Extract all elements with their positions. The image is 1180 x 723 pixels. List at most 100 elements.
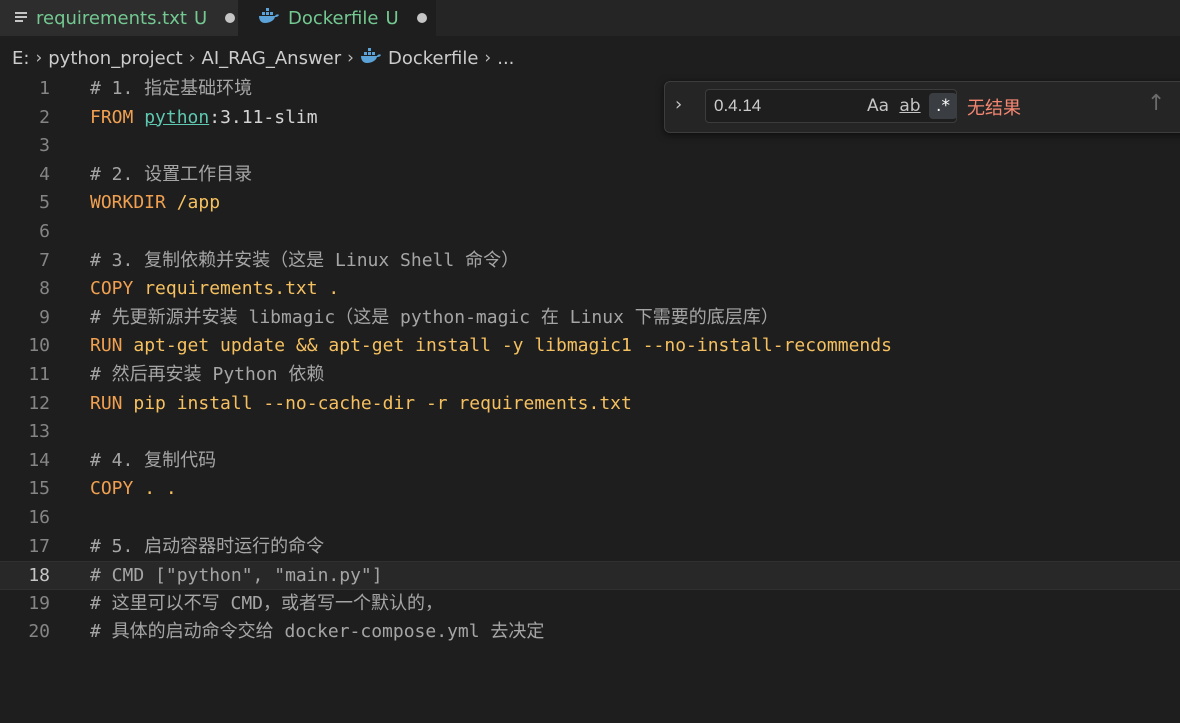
whole-word-toggle[interactable]: ab [897,93,923,119]
code-text: # 1. 指定基础环境 [90,75,252,104]
arrow-up-icon[interactable]: ↑ [1147,91,1165,116]
keyword: WORKDIR [90,192,166,214]
code-text: COPY requirements.txt . [90,275,339,304]
code-text: # 5. 启动容器时运行的命令 [90,533,324,562]
line-number: 20 [28,621,50,643]
code-text: RUN apt-get update && apt-get install -y… [90,332,892,361]
line-number: 15 [28,478,50,500]
code-text: RUN pip install --no-cache-dir -r requir… [90,390,632,419]
line-number: 14 [28,449,50,471]
code-line[interactable]: 19 # 这里可以不写 CMD，或者写一个默认的， [0,590,1180,619]
code-text: # CMD ["python", "main.py"] [90,562,383,591]
find-result-status: 无结果 [967,98,1021,119]
line-number: 6 [39,221,50,242]
breadcrumb-item-project[interactable]: python_project [48,48,182,69]
code-line[interactable]: 9 # 先更新源并安装 libmagic（这是 python-magic 在 Li… [0,304,1180,333]
code-line[interactable]: 20 # 具体的启动命令交给 docker-compose.yml 去决定 [0,618,1180,647]
code-line[interactable]: 7 # 3. 复制依赖并安装（这是 Linux Shell 命令） [0,247,1180,276]
git-status-badge: U [385,7,399,29]
keyword: FROM [90,106,134,128]
code-text: FROM python:3.11-slim [90,104,318,133]
chevron-right-icon[interactable]: › [675,94,682,115]
comment: # 然后再安装 Python 依赖 [90,364,325,385]
line-number: 9 [39,306,50,328]
code-line[interactable]: 10 RUN apt-get update && apt-get install … [0,332,1180,361]
line-number: 13 [28,421,50,443]
code-text: # 3. 复制依赖并安装（这是 Linux Shell 命令） [90,247,519,276]
code-line[interactable]: 15 COPY . . [0,475,1180,504]
code-text: # 先更新源并安装 libmagic（这是 python-magic 在 Lin… [90,304,779,333]
comment: # 4. 复制代码 [90,449,217,471]
tab-label: requirements.txt [36,7,187,29]
code-line[interactable]: 17 # 5. 启动容器时运行的命令 [0,533,1180,562]
code-text: # 然后再安装 Python 依赖 [90,361,324,390]
line-number: 7 [39,249,50,271]
line-number: 11 [28,364,50,385]
code-text: # 具体的启动命令交给 docker-compose.yml 去决定 [90,618,544,647]
code-line[interactable]: 18 # CMD ["python", "main.py"] [0,561,1180,590]
line-number: 2 [39,106,50,128]
instruction-args: . . [144,478,177,500]
line-number: 4 [39,163,50,185]
comment: # 具体的启动命令交给 docker-compose.yml 去决定 [90,621,545,643]
comment: # 2. 设置工作目录 [90,163,253,185]
instruction-args: pip install --no-cache-dir -r requiremen… [133,392,632,414]
code-line[interactable]: 4 # 2. 设置工作目录 [0,161,1180,190]
chevron-right-icon: › [35,48,43,68]
code-line[interactable]: 13 [0,418,1180,447]
instruction-args: requirements.txt . [144,278,340,300]
code-text: # 这里可以不写 CMD，或者写一个默认的， [90,590,443,619]
keyword: RUN [90,335,123,357]
code-line[interactable]: 11 # 然后再安装 Python 依赖 [0,361,1180,390]
breadcrumb-item-folder[interactable]: AI_RAG_Answer [202,48,342,69]
comment: # CMD ["python", "main.py"] [90,565,383,587]
regex-toggle[interactable]: .* [929,93,957,119]
breadcrumb-item-symbols[interactable]: ... [497,48,514,69]
breadcrumb-item-drive[interactable]: E: [12,48,29,69]
line-number: 19 [28,592,50,614]
line-number: 10 [28,335,50,357]
tab-bar: requirements.txt U Dockerfile U [0,0,1180,36]
tab-requirements[interactable]: requirements.txt U [0,0,238,36]
match-case-toggle[interactable]: Aa [865,93,891,119]
unsaved-dot-icon[interactable] [225,13,236,23]
chevron-right-icon: › [347,48,354,68]
unsaved-dot-icon[interactable] [416,13,427,23]
line-number: 16 [28,507,50,528]
line-number: 17 [28,535,50,557]
comment: # 先更新源并安装 libmagic（这是 python-magic 在 Lin… [90,306,779,328]
code-line[interactable]: 12 RUN pip install --no-cache-dir -r requ… [0,390,1180,419]
code-line[interactable]: 3 [0,132,1180,161]
breadcrumb: E: › python_project › AI_RAG_Answer › Do… [0,36,1180,80]
instruction-args: apt-get update && apt-get install -y lib… [133,335,892,357]
git-status-badge: U [193,7,208,29]
tab-dockerfile[interactable]: Dockerfile U [238,0,436,36]
code-text: # 2. 设置工作目录 [90,161,252,190]
line-number: 1 [39,78,50,99]
code-line[interactable]: 8 COPY requirements.txt . [0,275,1180,304]
find-widget: › 0.4.14 Aa ab .* 无结果 ↑ [664,81,1180,133]
breadcrumb-item-file[interactable]: Dockerfile [388,48,478,69]
code-line[interactable]: 5 WORKDIR /app [0,189,1180,218]
code-editor[interactable]: 1 # 1. 指定基础环境 2 FROM python:3.11-slim 3 4 # 2.… [0,75,1180,723]
code-line[interactable]: 14 # 4. 复制代码 [0,447,1180,476]
image-name[interactable]: python [144,107,209,128]
docker-icon [258,7,280,29]
image-tag: :3.11-slim [209,106,318,128]
line-number: 5 [39,192,50,214]
code-text: WORKDIR /app [90,189,220,218]
instruction-args: /app [176,192,221,214]
code-text: # 4. 复制代码 [90,447,216,476]
line-number: 3 [39,135,50,157]
code-line[interactable]: 16 [0,504,1180,533]
code-line[interactable]: 6 [0,218,1180,247]
chevron-right-icon: › [188,48,196,68]
keyword: COPY [90,278,134,300]
code-text: COPY . . [90,475,177,504]
lines-icon [14,8,28,29]
comment: # 5. 启动容器时运行的命令 [90,535,325,557]
keyword: COPY [90,478,134,500]
line-number: 12 [28,392,50,414]
docker-icon [360,47,382,69]
chevron-right-icon: › [484,48,492,68]
